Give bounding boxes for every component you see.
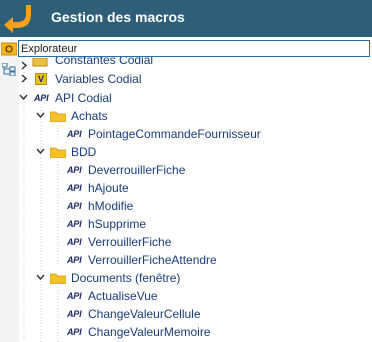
api-icon: API [67,237,82,247]
tree-leaf[interactable]: API hAjoute [19,179,372,197]
tree-leaf[interactable]: API VerrouillerFicheAttendre [19,251,372,269]
tree-node-label: Constantes Codial [55,57,154,67]
tree-leaf[interactable]: API ChangeValeurMemoire [19,323,372,341]
folder-icon [50,147,66,158]
tree-leaf[interactable]: API DeverrouillerFiche [19,161,372,179]
folder-icon [50,273,66,284]
tree-node-achats[interactable]: Achats [19,107,372,125]
api-icon: API [67,183,82,193]
tree-leaf-label: VerrouillerFiche [88,235,172,249]
api-icon: API [67,327,82,337]
variables-icon: V [35,73,47,85]
constants-icon [32,58,48,67]
tree-node-label: Documents (fenêtre) [71,271,181,285]
api-icon: API [67,219,82,229]
tree-leaf-label: hAjoute [88,181,129,195]
folder-icon [50,111,66,122]
app-header: Gestion des macros [0,0,372,37]
tree-leaf-label: DeverrouillerFiche [88,163,186,177]
macro-tree: Constantes Codial V Variables Codial API… [19,57,372,342]
tree-node-documents[interactable]: Documents (fenêtre) [19,269,372,287]
tree-leaf-label: VerrouillerFicheAttendre [88,253,217,267]
chevron-down-icon [36,112,45,119]
api-icon: API [67,129,82,139]
tree-leaf-label: hSupprime [88,217,147,231]
tree-node-label: Achats [71,109,108,123]
chevron-right-icon [21,61,28,70]
tree-node-variables[interactable]: V Variables Codial [19,70,372,88]
tree-node-label: API Codial [55,91,112,105]
api-icon: API [67,255,82,265]
explorer-tab[interactable] [0,42,18,56]
api-icon: API [67,201,82,211]
tree-node-label: BDD [71,145,97,159]
tree-leaf[interactable]: API ChangeValeurCellule [19,305,372,323]
tree-leaf[interactable]: API VerrouillerFiche [19,233,372,251]
tree-leaf-label: ActualiseVue [88,289,158,303]
api-icon: API [67,309,82,319]
chevron-down-icon [19,94,28,101]
tree-leaf-label: PointageCommandeFournisseur [88,127,261,141]
tree-node-bdd[interactable]: BDD [19,143,372,161]
page-title: Gestion des macros [51,9,185,25]
tree-node-api-codial[interactable]: API API Codial [19,89,372,107]
explorer-icon [0,42,18,56]
explorer-panel-header[interactable]: Explorateur [18,40,370,57]
tree-leaf[interactable]: API PointageCommandeFournisseur [19,125,372,143]
tree-view-toggle[interactable] [1,62,16,77]
tree-leaf[interactable]: API ActualiseVue [19,287,372,305]
tree-leaf[interactable]: API hSupprime [19,215,372,233]
tree-node-label: Variables Codial [55,72,142,86]
tree-leaf[interactable]: API hModifie [19,197,372,215]
chevron-down-icon [36,274,45,281]
explorer-label: Explorateur [21,43,78,55]
chevron-right-icon [21,74,28,83]
api-icon: API [67,291,82,301]
tree-leaf-label: ChangeValeurCellule [88,307,201,321]
back-button[interactable] [0,0,40,37]
api-icon: API [67,165,82,175]
side-toolbar [0,40,19,342]
tree-leaf-label: ChangeValeurMemoire [88,325,211,339]
chevron-down-icon [36,148,45,155]
api-icon: API [34,93,49,103]
tree-leaf-label: hModifie [88,199,134,213]
back-arrow-icon [4,5,31,33]
tree-structure-icon [1,62,16,77]
